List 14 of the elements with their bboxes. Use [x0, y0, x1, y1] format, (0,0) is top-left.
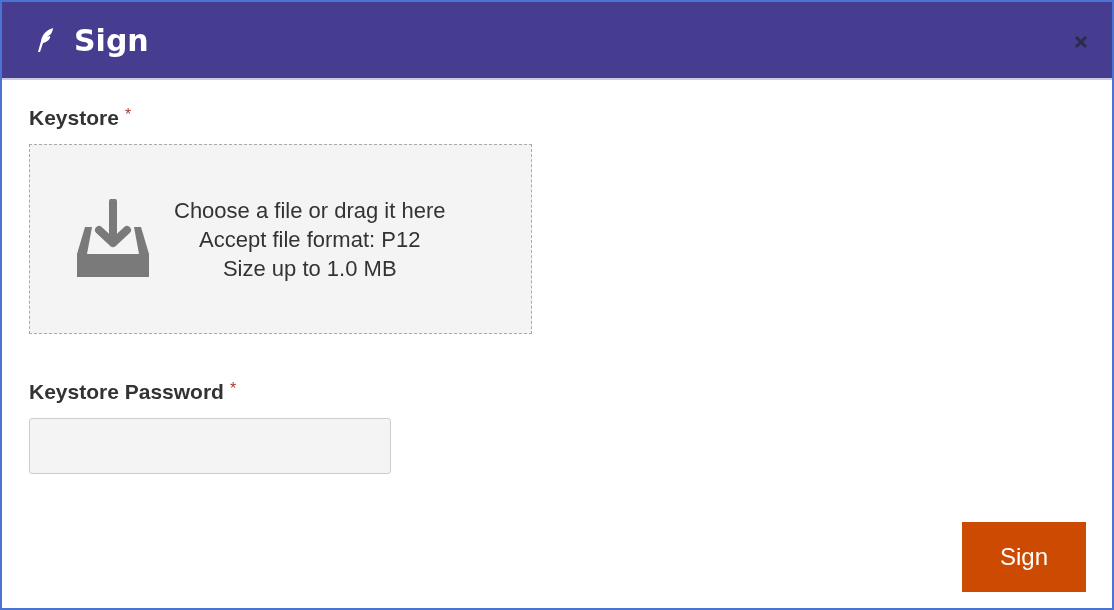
- file-drop-zone[interactable]: Choose a file or drag it here Accept file format: P12 Size up to 1.0 MB: [29, 144, 532, 334]
- upload-hint-text: Choose a file or drag it here: [174, 196, 446, 225]
- required-mark: *: [124, 106, 132, 124]
- required-mark: *: [229, 380, 237, 398]
- dialog-title: Sign: [74, 22, 150, 58]
- field-label: Keystore: [29, 106, 119, 130]
- download-tray-icon: [76, 199, 150, 279]
- upload-hint-text: Size up to 1.0 MB: [222, 254, 397, 283]
- close-icon[interactable]: [1074, 35, 1088, 49]
- password-field[interactable]: [29, 418, 391, 474]
- field-label: Keystore Password: [29, 380, 224, 404]
- feather-icon: [36, 27, 56, 53]
- upload-hint-text: Accept file format: P12: [199, 225, 421, 254]
- sign-button[interactable]: Sign: [962, 522, 1086, 592]
